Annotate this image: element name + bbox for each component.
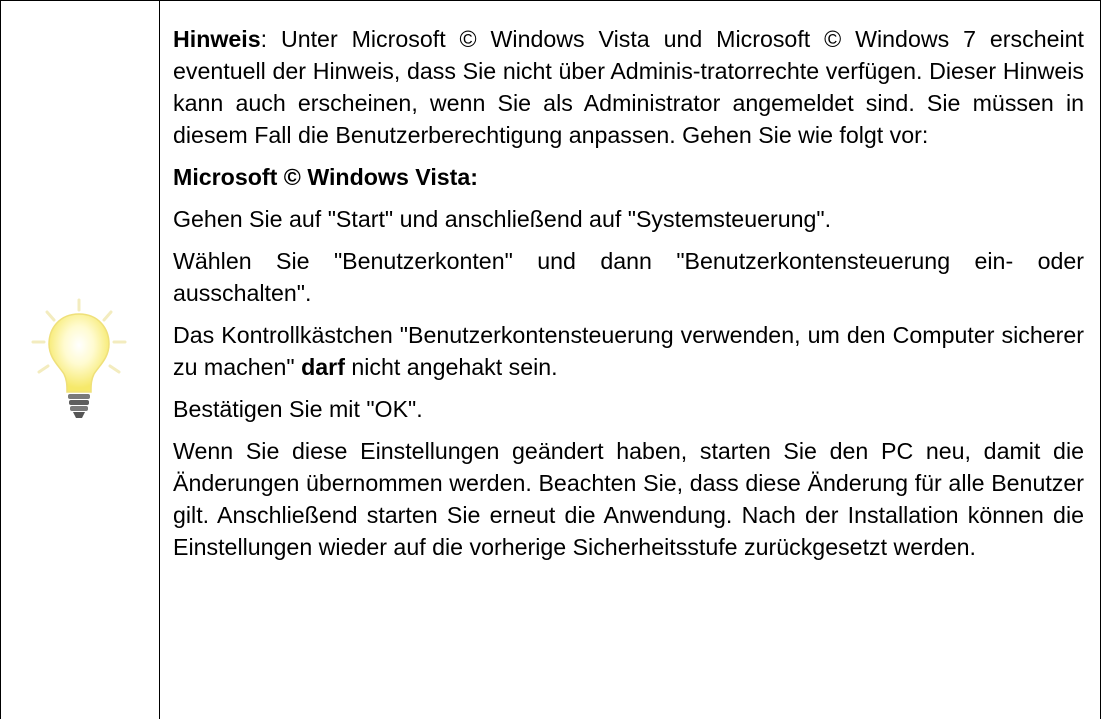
hint-box: Hinweis: Unter Microsoft © Windows Vista… (0, 0, 1101, 719)
step-3-emphasis: darf (301, 354, 345, 380)
hint-label: Hinweis (173, 26, 261, 52)
vista-heading: Microsoft © Windows Vista: (173, 161, 1084, 193)
step-2: Wählen Sie "Benutzerkonten" und dann "Be… (173, 248, 1084, 306)
hint-text-cell: Hinweis: Unter Microsoft © Windows Vista… (160, 1, 1100, 719)
vista-heading-text: Microsoft © Windows Vista: (173, 164, 479, 190)
hint-intro-paragraph: Hinweis: Unter Microsoft © Windows Vista… (173, 23, 1084, 151)
lightbulb-icon (31, 298, 127, 418)
icon-cell (1, 1, 160, 719)
step-3: Das Kontrollkästchen "Benutzerkontensteu… (173, 319, 1084, 383)
step-1: Gehen Sie auf "Start" und anschließend a… (173, 206, 832, 232)
hint-intro-text: : Unter Microsoft © Windows Vista und Mi… (173, 26, 1084, 148)
final-paragraph: Wenn Sie diese Einstellungen geändert ha… (173, 438, 1084, 560)
step-3-text-after: nicht angehakt sein. (344, 354, 558, 380)
step-4: Bestätigen Sie mit "OK". (173, 396, 423, 422)
